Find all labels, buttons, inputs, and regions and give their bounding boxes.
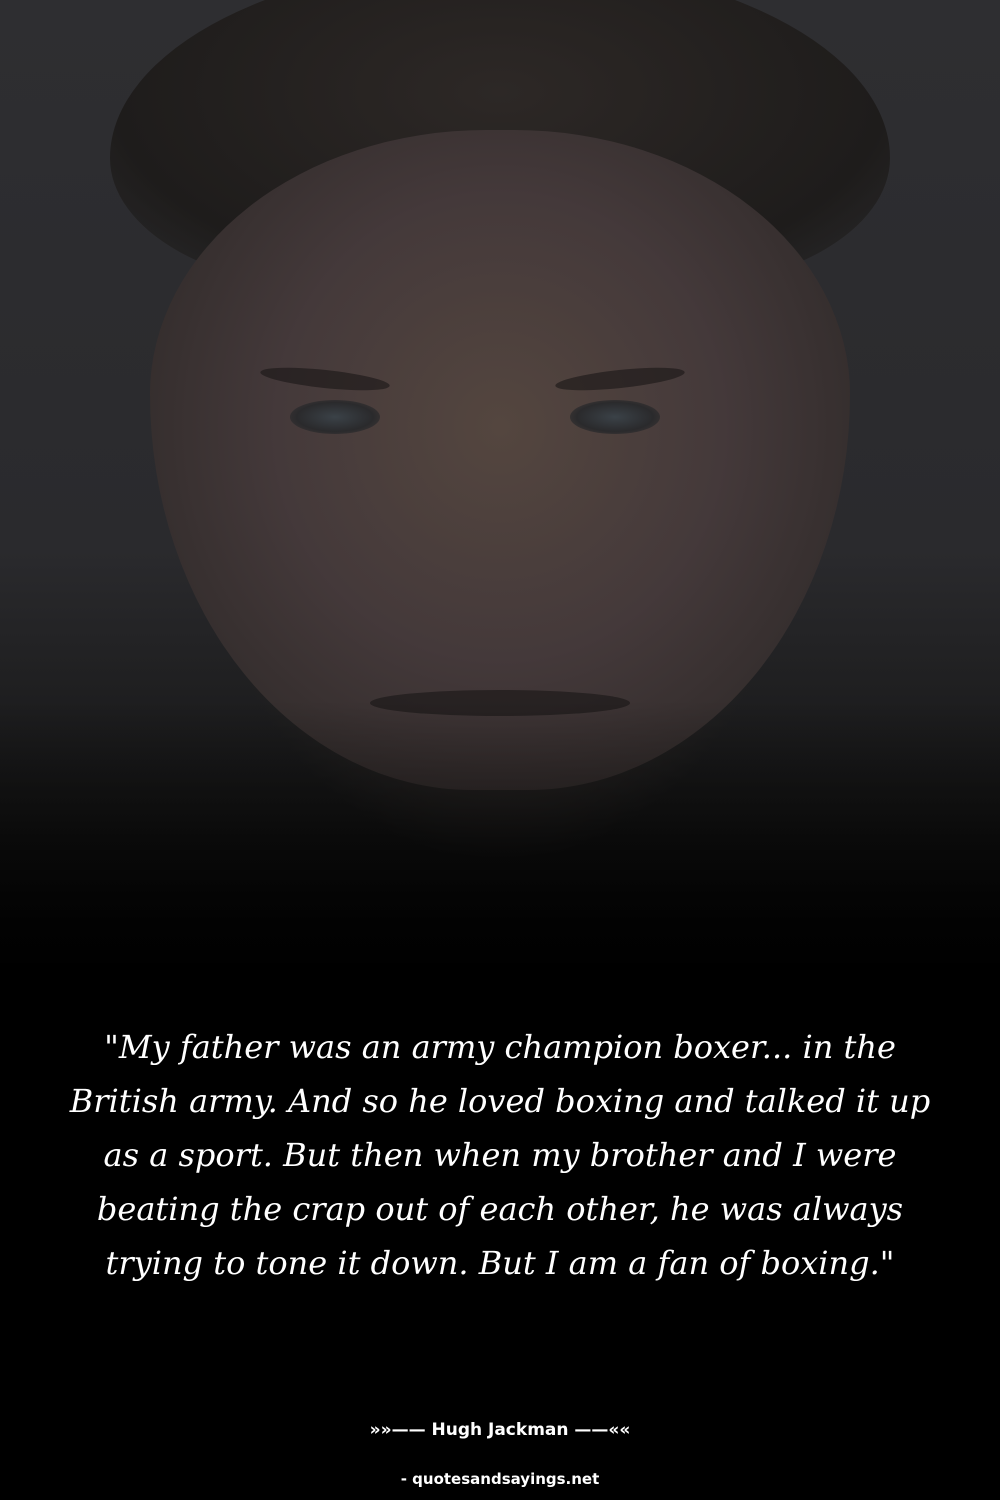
portrait-right-eye — [570, 400, 660, 434]
quote-author: »»—— Hugh Jackman ——«« — [369, 1420, 631, 1440]
photo-fade-overlay — [0, 700, 1000, 1000]
portrait-left-eye — [290, 400, 380, 434]
quote-text: "My father was an army champion boxer...… — [69, 1028, 931, 1282]
portrait-photo — [0, 0, 1000, 1000]
source-watermark: - quotesandsayings.net — [400, 1470, 600, 1488]
